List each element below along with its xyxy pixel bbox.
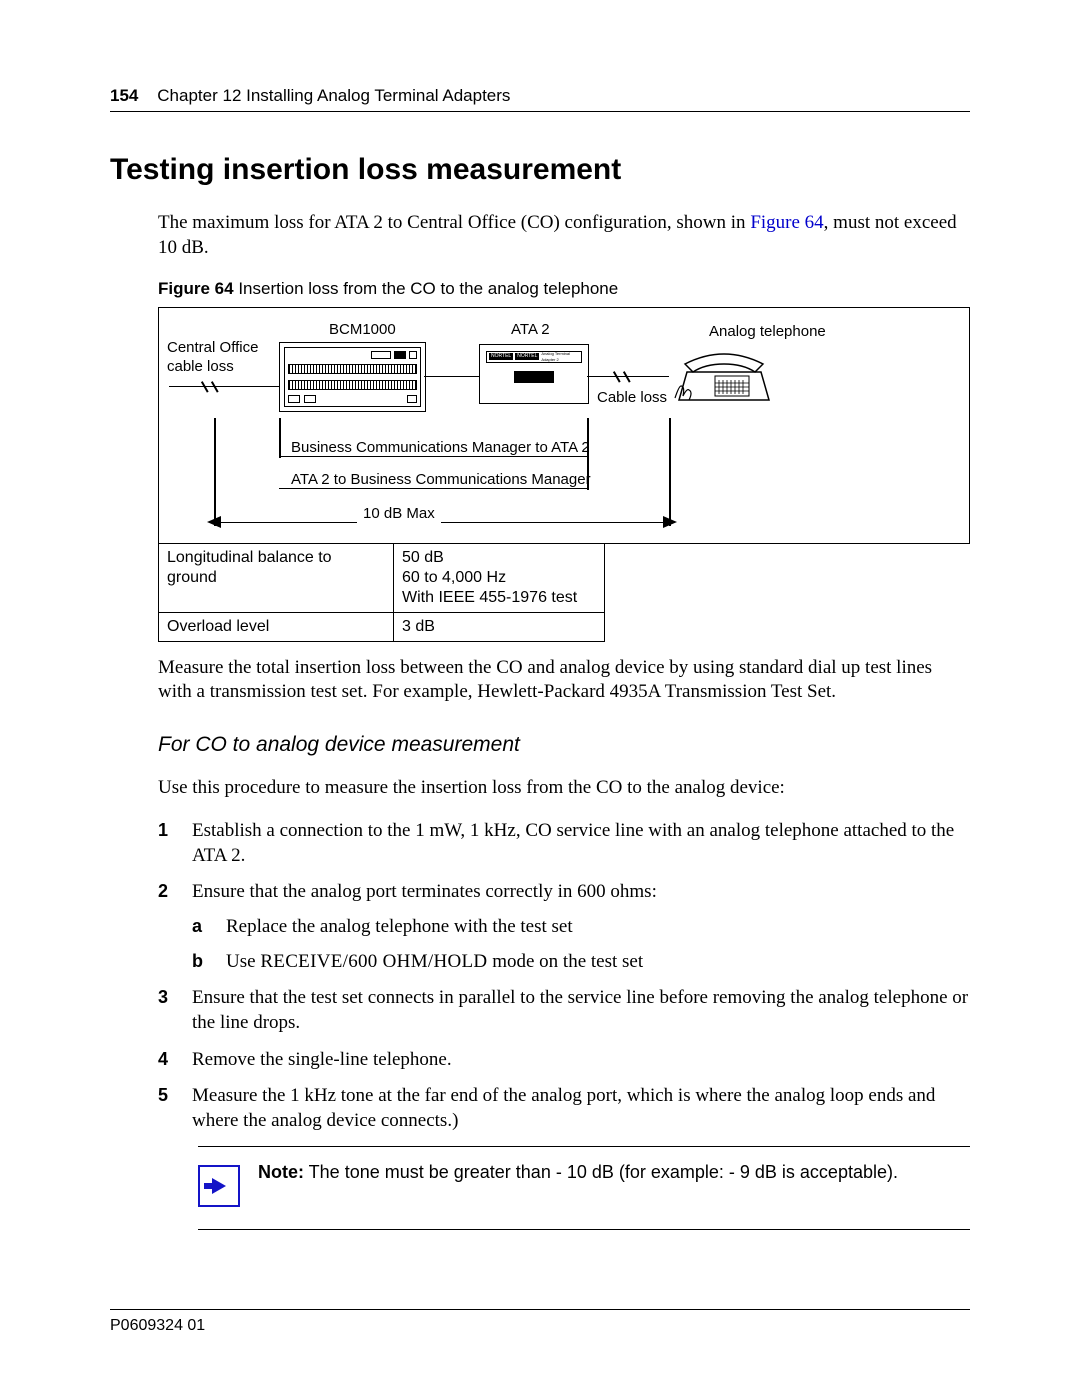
tick-left xyxy=(214,418,216,526)
ata-label: ATA 2 xyxy=(511,320,550,340)
step-3: Ensure that the test set connects in par… xyxy=(158,986,970,1035)
bcm-device xyxy=(279,342,426,412)
tick-bcm-l xyxy=(279,418,281,458)
spec-r2c2: 3 dB xyxy=(394,612,605,641)
heading-1: Testing insertion loss measurement xyxy=(110,150,970,189)
spec-r2c1: Overload level xyxy=(159,612,394,641)
intro-paragraph: The maximum loss for ATA 2 to Central Of… xyxy=(158,211,970,260)
bcm-label: BCM1000 xyxy=(329,320,396,340)
arrow-right-icon xyxy=(663,516,677,528)
spec-r1c2: 50 dB 60 to 4,000 Hz With IEEE 455-1976 … xyxy=(394,543,605,612)
arrow-right-icon xyxy=(212,1178,226,1194)
page: 154 Chapter 12 Installing Analog Termina… xyxy=(0,0,1080,1397)
table-row: Overload level 3 dB xyxy=(159,612,605,641)
figure-diagram: BCM1000 ATA 2 Analog telephone Central O… xyxy=(158,307,970,544)
max-label: 10 dB Max xyxy=(357,504,441,524)
step-2: Ensure that the analog port terminates c… xyxy=(158,880,970,974)
ata-device: NORTELNORTELAnalog Terminal Adapter 2 xyxy=(479,344,589,404)
body: The maximum loss for ATA 2 to Central Of… xyxy=(158,211,970,1230)
paragraph-measure: Measure the total insertion loss between… xyxy=(158,656,970,705)
spec-table: Longitudinal balance to ground 50 dB 60 … xyxy=(158,543,605,642)
ata-to-bcm-label: ATA 2 to Business Communications Manager xyxy=(291,470,591,490)
heading-2: For CO to analog device measurement xyxy=(158,731,970,758)
bcm-inner xyxy=(284,347,421,407)
ata-inner: NORTELNORTELAnalog Terminal Adapter 2 xyxy=(486,351,582,397)
note-icon xyxy=(198,1165,240,1207)
phone-icon xyxy=(669,338,779,410)
step-2b-post: mode on the test set xyxy=(487,951,643,972)
chapter-title xyxy=(143,86,157,105)
figure-number: Figure 64 xyxy=(158,279,234,298)
spec-r1c2a: 50 dB xyxy=(402,549,444,566)
figure-caption-text: Insertion loss from the CO to the analog… xyxy=(234,279,619,298)
step-1: Establish a connection to the 1 mW, 1 kH… xyxy=(158,819,970,868)
note-body: The tone must be greater than - 10 dB (f… xyxy=(304,1162,898,1182)
table-row: Longitudinal balance to ground 50 dB 60 … xyxy=(159,543,605,612)
note-block: Note: The tone must be greater than - 10… xyxy=(198,1146,970,1230)
intro-text-a: The maximum loss for ATA 2 to Central Of… xyxy=(158,212,750,233)
spec-r1c1: Longitudinal balance to ground xyxy=(159,543,394,612)
procedure-intro: Use this procedure to measure the insert… xyxy=(158,776,970,801)
arrow-left-icon xyxy=(207,516,221,528)
step-2b: Use RECEIVE/600 OHM/HOLD mode on the tes… xyxy=(192,950,970,975)
running-header: 154 Chapter 12 Installing Analog Termina… xyxy=(110,85,970,112)
page-number: 154 xyxy=(110,86,138,105)
figure-caption: Figure 64 Insertion loss from the CO to … xyxy=(158,278,970,300)
substeps: Replace the analog telephone with the te… xyxy=(192,915,970,974)
spec-r1c2b: 60 to 4,000 Hz xyxy=(402,569,506,586)
step-2b-mode: RECEIVE/600 OHM/HOLD xyxy=(260,951,487,972)
figure-link[interactable]: Figure 64 xyxy=(750,212,823,233)
cable-loss-label: Cable loss xyxy=(597,388,667,408)
line-max xyxy=(219,522,665,524)
co-loss-label: Central Office cable loss xyxy=(167,338,258,377)
steps-list: Establish a connection to the 1 mW, 1 kH… xyxy=(158,819,970,1134)
wire-co xyxy=(169,386,279,388)
tick-phone xyxy=(669,418,671,526)
note-text: Note: The tone must be greater than - 10… xyxy=(258,1161,898,1184)
step-2-text: Ensure that the analog port terminates c… xyxy=(192,881,657,902)
chapter-text: Chapter 12 Installing Analog Terminal Ad… xyxy=(157,86,510,105)
note-label: Note: xyxy=(258,1162,304,1182)
footer: P0609324 01 xyxy=(110,1309,970,1337)
bcm-to-ata-label: Business Communications Manager to ATA 2 xyxy=(291,438,590,458)
cable-break-icon-2 xyxy=(609,370,635,384)
co-loss-1: Central Office xyxy=(167,339,258,356)
step-5: Measure the 1 kHz tone at the far end of… xyxy=(158,1084,970,1133)
step-2b-pre: Use xyxy=(226,951,260,972)
co-loss-2: cable loss xyxy=(167,358,234,375)
step-2a: Replace the analog telephone with the te… xyxy=(192,915,970,940)
step-4: Remove the single-line telephone. xyxy=(158,1048,970,1073)
doc-number: P0609324 01 xyxy=(110,1317,205,1334)
wire-bcm-ata xyxy=(424,376,479,378)
spec-r1c2c: With IEEE 455-1976 test xyxy=(402,589,577,606)
cable-break-icon xyxy=(197,380,223,394)
